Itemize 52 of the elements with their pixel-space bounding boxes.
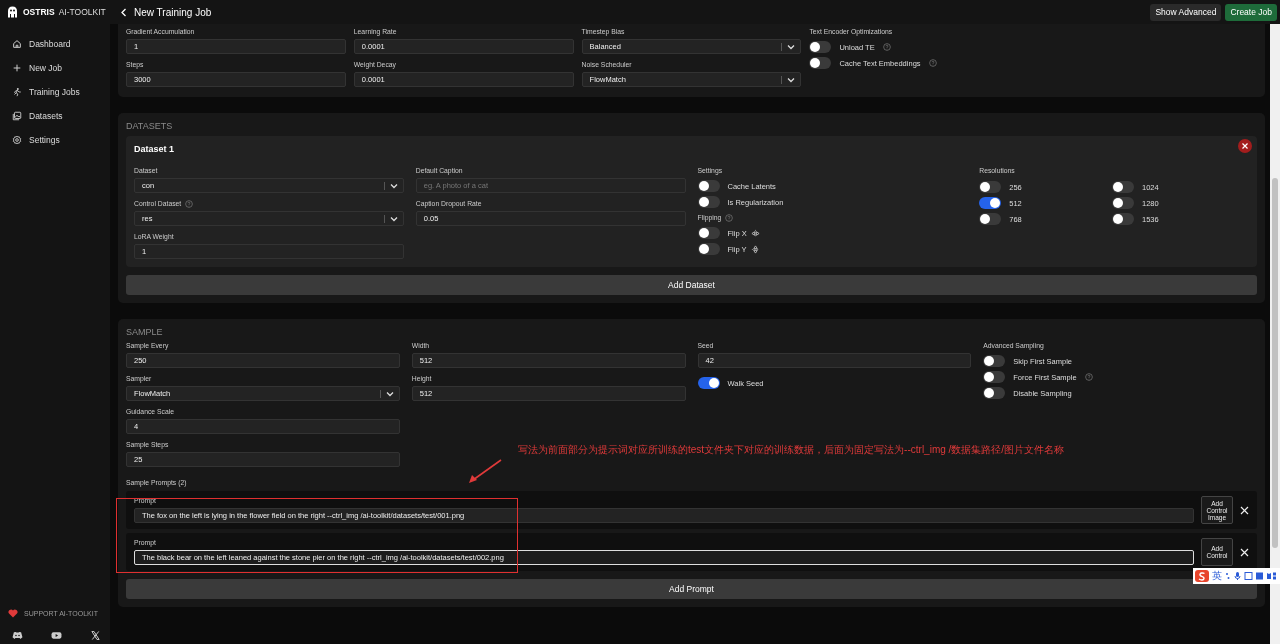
close-icon[interactable] — [1240, 505, 1249, 515]
brand-name: OSTRIS — [23, 7, 55, 17]
youtube-icon[interactable] — [51, 631, 62, 640]
heart-icon — [8, 608, 18, 618]
toggle-switch[interactable] — [1112, 197, 1135, 209]
logo-icon — [7, 6, 18, 18]
flip-horizontal-icon — [750, 228, 760, 238]
discord-icon[interactable] — [12, 631, 23, 640]
dataset-title: Dataset 1 — [134, 144, 175, 154]
create-button[interactable]: Create Job — [1225, 3, 1277, 21]
toggle-switch[interactable] — [697, 377, 720, 389]
sidebar-item[interactable]: Settings — [29, 135, 60, 145]
ime-logo-icon[interactable] — [1195, 570, 1209, 582]
toggle-switch[interactable] — [697, 227, 720, 239]
toggle-switch[interactable] — [979, 213, 1002, 225]
toggle-switch[interactable] — [697, 180, 720, 192]
home-icon — [12, 39, 22, 49]
settings-icon — [12, 135, 22, 145]
brand-suffix: AI-TOOLKIT — [58, 7, 106, 17]
close-icon[interactable] — [1238, 139, 1252, 153]
sidebar-item[interactable]: Dashboard — [29, 39, 71, 49]
toggle-switch[interactable] — [983, 387, 1006, 399]
sidebar-item[interactable]: Training Jobs — [29, 87, 80, 97]
section-title: DATASETS — [126, 121, 174, 131]
sidebar-item[interactable]: Datasets — [29, 111, 63, 121]
toggle-switch[interactable] — [697, 243, 720, 255]
running-figure-icon — [12, 87, 22, 97]
add-prompt-button[interactable]: Add Prompt — [126, 579, 1257, 599]
images-icon — [12, 111, 22, 121]
toggle-switch[interactable] — [983, 371, 1006, 383]
toggle-switch[interactable] — [979, 197, 1002, 209]
ime-tools-drawing[interactable] — [1225, 571, 1277, 581]
scrollbar[interactable] — [1270, 24, 1280, 644]
add-dataset-button[interactable]: Add Dataset — [126, 275, 1257, 295]
section-title: SAMPLE — [126, 327, 164, 337]
annotation-text: 写法为前面部分为提示词对应所训练的test文件夹下对应的训练数据，后面为固定写法为--ctrl_img /数据集路径/图片文件名称 — [518, 443, 1065, 457]
back-icon[interactable] — [120, 7, 128, 17]
toggle-switch[interactable] — [809, 41, 832, 53]
x-logo-icon[interactable] — [90, 631, 101, 640]
toggle-switch[interactable] — [979, 181, 1002, 193]
flip-vertical-icon — [750, 244, 760, 254]
toggle-switch[interactable] — [1112, 181, 1135, 193]
advanced-button[interactable]: Show Advanced — [1150, 3, 1222, 21]
sidebar-item[interactable]: New Job — [29, 63, 63, 73]
close-icon[interactable] — [1240, 547, 1249, 557]
toggle-switch[interactable] — [809, 57, 832, 69]
toggle-switch[interactable] — [1112, 213, 1135, 225]
page-title: New Training Job — [134, 6, 212, 18]
toggle-switch[interactable] — [983, 355, 1006, 367]
toggle-switch[interactable] — [697, 196, 720, 208]
plus-icon — [12, 63, 22, 73]
annotation-arrow — [467, 459, 503, 485]
